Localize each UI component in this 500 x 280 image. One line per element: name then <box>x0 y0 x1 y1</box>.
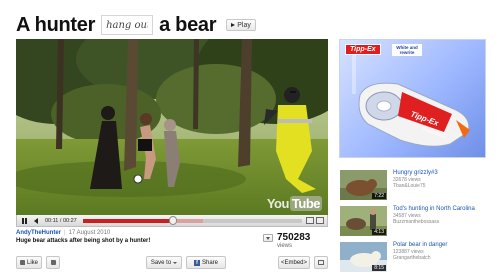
channel-line: AndyTheHunter | 17 August 2010 <box>16 230 266 236</box>
share-button[interactable]: f Share <box>186 256 226 269</box>
watermark-tube: Tube <box>289 196 322 211</box>
flag-icon <box>318 260 324 265</box>
related-thumbnail[interactable]: 8:15 <box>340 242 387 272</box>
pause-icon <box>21 217 27 224</box>
views-count: 750283 <box>277 232 311 243</box>
embed-button[interactable]: <Embed> <box>278 256 310 269</box>
popout-icon[interactable] <box>306 217 314 224</box>
like-label: Like <box>26 259 38 266</box>
related-text: Polar bear in danger 123887 views Granga… <box>393 242 490 261</box>
video-frame <box>16 39 328 215</box>
play-button-label: Play <box>237 21 251 29</box>
related-channel: Grangarthebatch <box>393 255 431 261</box>
embed-label: <Embed> <box>280 259 308 266</box>
video-player[interactable]: You Tube <box>16 39 328 215</box>
stats-toggle-button[interactable] <box>263 234 273 242</box>
play-icon <box>231 23 236 27</box>
save-to-button[interactable]: Save to <box>146 256 182 269</box>
facebook-icon: f <box>193 259 200 266</box>
related-channel: Buzzmanthebossass <box>393 219 440 225</box>
volume-icon <box>34 217 38 224</box>
progress-bar[interactable] <box>82 215 302 225</box>
related-thumbnail[interactable]: 7:22 <box>340 170 387 200</box>
channel-separator: | <box>64 230 66 236</box>
thumbs-up-icon <box>19 260 25 265</box>
like-button[interactable]: Like <box>16 256 42 269</box>
title-text-before: A hunter <box>16 13 96 36</box>
video-duration: 8:15 <box>372 265 386 271</box>
title-text-after: a bear <box>159 13 217 36</box>
related-thumbnail[interactable]: 4:13 <box>340 206 387 236</box>
related-channel: Tban&Louie75 <box>393 183 426 189</box>
related-text: Tod's hunting in North Carolina 34587 vi… <box>393 206 490 225</box>
fullscreen-icon[interactable] <box>316 217 324 224</box>
time-display: 00:11 / 00:27 <box>45 217 77 224</box>
related-video-item[interactable]: 7:22 Hungry grizzly#3 32678 views Tban&L… <box>340 170 490 204</box>
time-current: 00:11 <box>45 217 59 224</box>
chevron-down-icon <box>173 261 178 264</box>
ad-tagline: White and rewrite <box>392 44 422 56</box>
title-verb-input[interactable] <box>101 15 154 35</box>
related-video-item[interactable]: 8:15 Polar bear in danger 123887 views G… <box>340 242 490 276</box>
related-text: Hungry grizzly#3 32678 views Tban&Louie7… <box>393 170 490 189</box>
progress-scrubber[interactable] <box>168 215 177 225</box>
related-video-item[interactable]: 4:13 Tod's hunting in North Carolina 345… <box>340 206 490 240</box>
pause-button[interactable] <box>19 216 29 226</box>
related-title[interactable]: Tod's hunting in North Carolina <box>393 206 490 213</box>
thumbs-down-icon <box>50 260 56 265</box>
watermark-you: You <box>266 196 290 211</box>
save-to-label: Save to <box>150 259 172 266</box>
share-label: Share <box>201 259 218 266</box>
player-controls: 00:11 / 00:27 <box>16 215 328 227</box>
ad-product-image: Tipp-Ex Pocket Mouse <box>352 54 470 147</box>
flag-button[interactable] <box>314 256 328 269</box>
video-duration: 7:22 <box>372 193 386 199</box>
chevron-down-icon <box>266 236 270 240</box>
youtube-watermark: You Tube <box>267 196 322 211</box>
video-duration: 4:13 <box>372 229 386 235</box>
progress-played <box>82 218 173 223</box>
upload-date: 17 August 2010 <box>68 230 111 236</box>
volume-button[interactable] <box>31 216 41 226</box>
view-counter: 750283 views <box>263 232 310 249</box>
time-total: 00:27 <box>62 217 77 224</box>
player-right-controls <box>306 217 324 224</box>
ad-brand-logo: Tipp-Ex <box>345 44 381 55</box>
title-play-button[interactable]: Play <box>226 19 256 31</box>
channel-link[interactable]: AndyTheHunter <box>16 230 61 236</box>
video-info: AndyTheHunter | 17 August 2010 Huge bear a… <box>16 230 266 244</box>
advertisement[interactable]: Tipp-Ex Pocket Mouse Tipp-Ex White and r… <box>339 39 486 158</box>
video-description: Huge bear attacks after being shot by a … <box>16 238 151 244</box>
title-row: A hunter a bear Play <box>16 12 256 38</box>
related-title[interactable]: Hungry grizzly#3 <box>393 170 490 177</box>
related-title[interactable]: Polar bear in danger <box>393 242 490 249</box>
dislike-button[interactable] <box>46 256 60 269</box>
views-label: views <box>277 243 293 249</box>
